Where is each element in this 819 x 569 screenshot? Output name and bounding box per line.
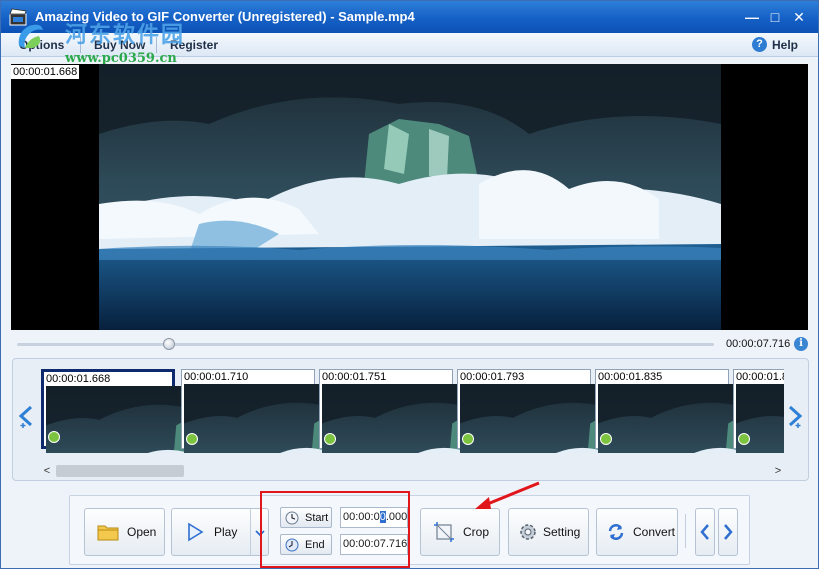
watermark-title: 河东软件园 [65,22,186,48]
thumbnail-item[interactable]: 00:00:01.793 [457,369,760,453]
clock-icon [738,433,750,445]
thumbnail-list: 00:00:01.668 00:00:01.710 00:00:01.751 0… [41,369,784,453]
crop-icon [434,522,454,542]
thumbnail-scrollbar[interactable]: < > [41,464,784,478]
thumbnail-strip: 00:00:01.668 00:00:01.710 00:00:01.751 0… [12,358,809,481]
scroll-left-icon[interactable]: < [41,464,53,478]
chevron-right-icon [724,524,733,540]
maximize-button[interactable]: □ [765,7,785,27]
play-label: Play [214,525,238,539]
thumbnail-item[interactable]: 00:00:01.835 [595,369,784,453]
crop-label: Crop [463,525,490,539]
scrollbar-thumb[interactable] [56,465,184,477]
thumbnail-item[interactable]: 00:00:01.710 [181,369,484,453]
video-preview[interactable]: 00:00:01.668 [11,64,808,330]
thumbnail-item[interactable]: 00:00:01.8 [733,369,784,453]
question-icon: ? [751,37,767,52]
open-button[interactable]: Open [84,508,165,556]
thumbnail-time: 00:00:01.835 [598,371,663,383]
help-label: Help [771,37,798,52]
clock-icon [324,433,336,445]
clock-icon [48,431,60,443]
crop-button[interactable]: Crop [420,508,500,556]
toolbar-separator [685,514,686,548]
watermark-logo-icon [18,24,43,48]
play-button[interactable]: Play [171,508,269,556]
convert-button[interactable]: Convert [596,508,678,556]
seek-handle[interactable] [163,338,175,350]
thumbnail-time: 00:00:01.793 [460,371,525,383]
video-frame [99,64,721,330]
folder-icon [97,525,119,541]
convert-icon [608,524,624,540]
thumbnail-item[interactable]: 00:00:01.751 [319,369,622,453]
clock-icon [462,433,474,445]
clock-icon [186,433,198,445]
seek-bar[interactable] [17,343,714,346]
add-frame-left-icon[interactable] [17,404,35,428]
total-time-label: 00:00:07.716 [726,338,791,350]
highlight-box [260,491,410,568]
next-button[interactable] [718,508,738,556]
thumbnail-time: 00:00:01.710 [184,371,249,383]
setting-label: Setting [543,525,581,539]
close-button[interactable]: ✕ [789,7,809,27]
convert-label: Convert [633,525,676,539]
setting-button[interactable]: Setting [508,508,589,556]
thumbnail-time: 00:00:01.751 [322,371,387,383]
info-icon[interactable]: i [794,337,808,351]
chevron-left-icon [700,524,709,540]
help-button[interactable]: ? Help [751,37,798,52]
split-divider [250,509,251,555]
thumbnail-time: 00:00:01.668 [46,373,111,385]
previous-button[interactable] [695,508,715,556]
play-icon [188,522,204,542]
add-frame-right-icon[interactable] [786,404,804,428]
scroll-right-icon[interactable]: > [772,464,784,478]
open-label: Open [127,525,157,539]
app-window: Amazing Video to GIF Converter (Unregist… [0,0,819,569]
clock-icon [600,433,612,445]
annotation-arrow-icon [475,481,540,509]
thumbnail-item[interactable]: 00:00:01.668 [41,369,346,453]
gear-icon [520,524,536,540]
minimize-button[interactable]: — [742,7,762,27]
current-time-label: 00:00:01.668 [11,65,80,79]
thumbnail-time: 00:00:01.8 [736,371,784,383]
